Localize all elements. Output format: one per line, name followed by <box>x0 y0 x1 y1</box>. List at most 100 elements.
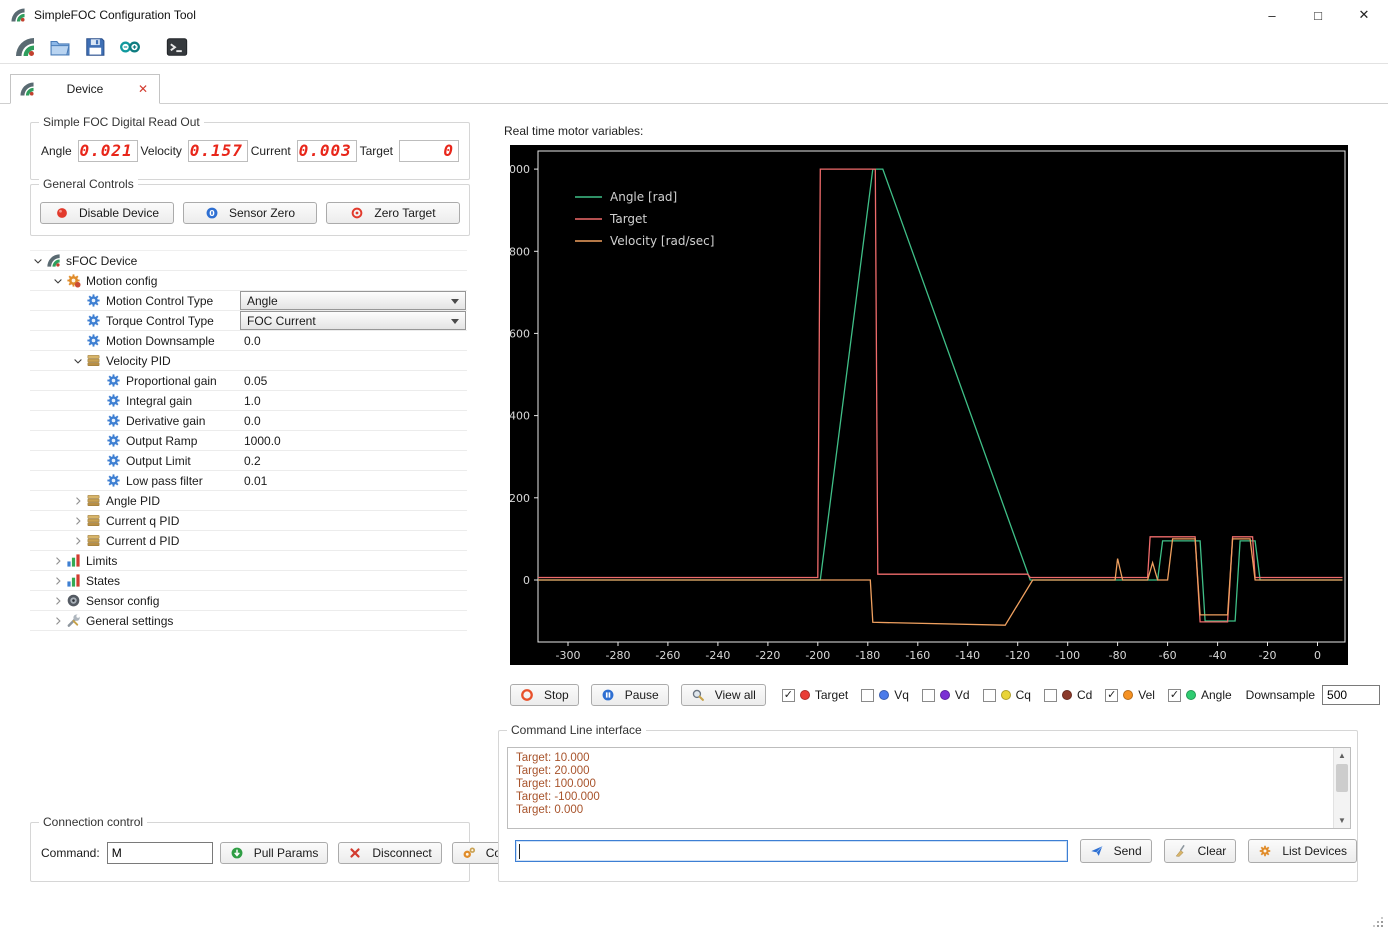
motion-downsample-value[interactable]: 0.0 <box>244 334 261 348</box>
tree-row-low-pass-filter[interactable]: Low pass filter 0.01 <box>30 471 467 491</box>
chevron-right-icon[interactable] <box>70 533 86 549</box>
cli-output[interactable]: Target: 10.000 Target: 20.000 Target: 100.… <box>507 747 1351 829</box>
tree-row-states[interactable]: States <box>30 571 467 591</box>
sensor-zero-button[interactable]: 0 Sensor Zero <box>183 202 317 224</box>
checkbox-icon[interactable]: ✓ <box>1167 688 1181 702</box>
tree-row-current-q-pid[interactable]: Current q PID <box>30 511 467 531</box>
scroll-down-icon[interactable]: ▼ <box>1334 813 1350 828</box>
derivative-gain-value[interactable]: 0.0 <box>244 414 261 428</box>
command-input[interactable] <box>106 842 213 864</box>
chevron-down-icon[interactable] <box>70 353 86 369</box>
red-dot-icon <box>55 206 69 220</box>
channel-target[interactable]: ✓ Target <box>781 688 848 702</box>
motor-plot-canvas: 0 200 400 600 800 1000 -300 -280 -260 -240 -220 -20… <box>502 145 1348 665</box>
scrollbar[interactable]: ▲ ▼ <box>1333 748 1350 828</box>
close-button[interactable]: ✕ <box>1341 0 1387 30</box>
resize-grip[interactable] <box>1371 915 1383 927</box>
tree-row-angle-pid[interactable]: Angle PID <box>30 491 467 511</box>
zero-target-button[interactable]: Zero Target <box>326 202 460 224</box>
tree-row-motion-control-type[interactable]: Motion Control Type Angle <box>30 291 467 311</box>
chevron-right-icon[interactable] <box>50 573 66 589</box>
chevron-placeholder <box>70 313 86 329</box>
tree-row-proportional-gain[interactable]: Proportional gain 0.05 <box>30 371 467 391</box>
chevron-right-icon[interactable] <box>70 513 86 529</box>
checkbox-icon[interactable]: ✓ <box>781 688 795 702</box>
scroll-up-icon[interactable]: ▲ <box>1334 748 1350 763</box>
tree-row-sfoc-device[interactable]: sFOC Device <box>30 251 467 271</box>
tree-row-derivative-gain[interactable]: Derivative gain 0.0 <box>30 411 467 431</box>
chevron-down-icon[interactable] <box>30 253 46 269</box>
tree-row-integral-gain[interactable]: Integral gain 1.0 <box>30 391 467 411</box>
checkbox-icon[interactable] <box>1043 688 1057 702</box>
readout-label: Target <box>359 144 393 158</box>
checkbox-icon[interactable] <box>861 688 875 702</box>
proportional-gain-value[interactable]: 0.05 <box>244 374 267 388</box>
low-pass-filter-value[interactable]: 0.01 <box>244 474 267 488</box>
toolbar-save-button[interactable] <box>82 34 108 60</box>
pause-button[interactable]: Pause <box>590 684 669 706</box>
checkbox-icon[interactable]: ✓ <box>1105 688 1119 702</box>
tree-row-output-ramp[interactable]: Output Ramp 1000.0 <box>30 431 467 451</box>
torque-control-type-select[interactable]: FOC Current <box>240 311 466 330</box>
tab-device[interactable]: Device ✕ <box>10 74 160 104</box>
output-ramp-value[interactable]: 1000.0 <box>244 434 281 448</box>
chevron-right-icon[interactable] <box>70 493 86 509</box>
svg-text:0: 0 <box>209 209 215 218</box>
toolbar-new-project-button[interactable] <box>12 34 38 60</box>
clear-button[interactable]: Clear <box>1163 839 1237 863</box>
send-button[interactable]: Send <box>1079 839 1152 863</box>
integral-gain-value[interactable]: 1.0 <box>244 394 261 408</box>
tree-row-torque-control-type[interactable]: Torque Control Type FOC Current <box>30 311 467 331</box>
chevron-placeholder <box>70 293 86 309</box>
tree-row-sensor-config[interactable]: Sensor config <box>30 591 467 611</box>
svg-text:200: 200 <box>510 492 530 505</box>
maximize-button[interactable]: □ <box>1295 0 1341 30</box>
tree-row-velocity-pid[interactable]: Velocity PID <box>30 351 467 371</box>
channel-cq[interactable]: Cq <box>982 688 1031 702</box>
channel-label: Cq <box>1015 688 1031 702</box>
motion-control-type-select[interactable]: Angle <box>240 291 466 310</box>
toolbar-open-project-button[interactable] <box>47 34 73 60</box>
chevron-right-icon[interactable] <box>50 553 66 569</box>
view-all-button[interactable]: View all <box>680 684 766 706</box>
bars-icon <box>66 553 81 568</box>
toolbar-arduino-link-button[interactable] <box>117 34 143 60</box>
config-tree: sFOC Device Motion config Motion Control T… <box>30 250 467 631</box>
button-label: View all <box>714 688 756 702</box>
minimize-button[interactable]: – <box>1249 0 1295 30</box>
channel-angle[interactable]: ✓ Angle <box>1167 688 1232 702</box>
toolbar-serial-terminal-button[interactable] <box>164 34 190 60</box>
downsample-input[interactable] <box>1322 685 1381 705</box>
tree-row-motion-config[interactable]: Motion config <box>30 271 467 291</box>
checkbox-icon[interactable] <box>921 688 935 702</box>
channel-label: Vd <box>954 688 970 702</box>
device-icon <box>46 253 61 268</box>
disconnect-button[interactable]: Disconnect <box>338 842 442 864</box>
chevron-right-icon[interactable] <box>50 593 66 609</box>
tree-row-general-settings[interactable]: General settings <box>30 611 467 631</box>
stop-button[interactable]: Stop <box>510 684 579 706</box>
tree-row-current-d-pid[interactable]: Current d PID <box>30 531 467 551</box>
checkbox-icon[interactable] <box>982 688 996 702</box>
channel-vq[interactable]: Vq <box>861 688 909 702</box>
readout-label: Velocity <box>140 144 182 158</box>
tab-close-icon[interactable]: ✕ <box>135 82 151 96</box>
tree-row-motion-downsample[interactable]: Motion Downsample 0.0 <box>30 331 467 351</box>
disable-device-button[interactable]: Disable Device <box>40 202 174 224</box>
pull-params-button[interactable]: Pull Params <box>219 842 329 864</box>
channel-cd[interactable]: Cd <box>1043 688 1092 702</box>
channel-vel[interactable]: ✓ Vel <box>1105 688 1155 702</box>
chevron-right-icon[interactable] <box>50 613 66 629</box>
group-label-readout: Simple FOC Digital Read Out <box>39 115 204 129</box>
scrollbar-thumb[interactable] <box>1336 764 1348 792</box>
motion-icon <box>66 273 81 288</box>
cli-input[interactable] <box>515 840 1068 862</box>
readout-field-angle: Angle 0.021 <box>41 140 138 162</box>
series-color-dot <box>1185 690 1196 700</box>
chevron-down-icon[interactable] <box>50 273 66 289</box>
tree-row-limits[interactable]: Limits <box>30 551 467 571</box>
channel-vd[interactable]: Vd <box>921 688 970 702</box>
tree-row-output-limit[interactable]: Output Limit 0.2 <box>30 451 467 471</box>
list-devices-button[interactable]: List Devices <box>1248 839 1357 863</box>
output-limit-value[interactable]: 0.2 <box>244 454 261 468</box>
